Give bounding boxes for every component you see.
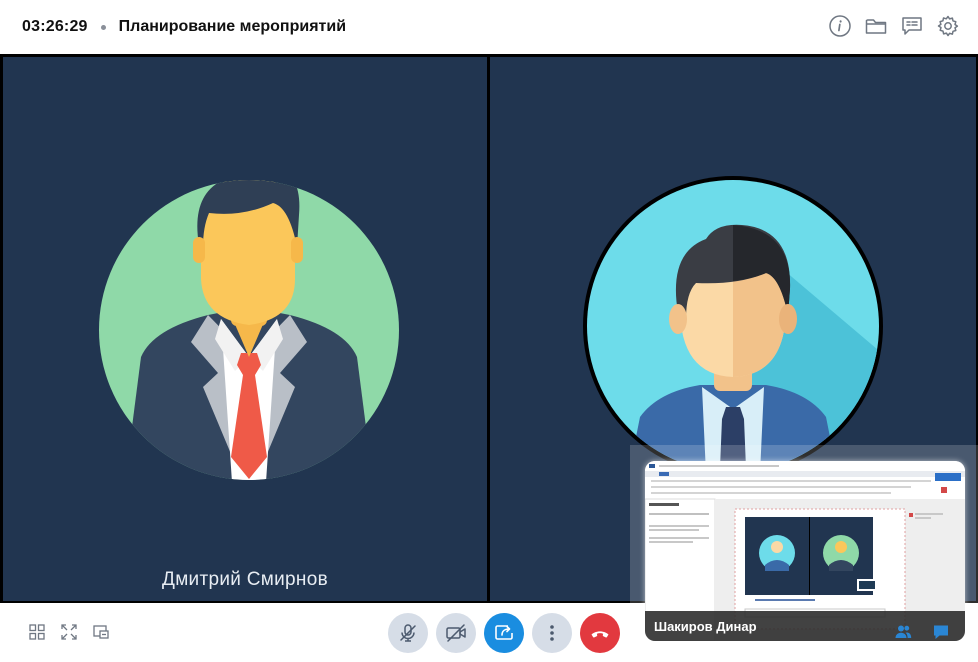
header-actions [828,14,960,38]
side-panel-controls [894,623,950,641]
avatar [99,180,399,480]
meeting-title: Планирование мероприятий [118,18,347,35]
info-icon[interactable] [828,14,852,38]
header: 03:26:29 Планирование мероприятий [0,0,978,54]
camera-off-icon [446,624,466,642]
separator-dot [100,24,106,30]
folder-icon[interactable] [864,14,888,38]
camera-toggle-button[interactable] [436,613,476,653]
video-stage: Дмитрий Смирнов Шакиров Динар [0,54,978,656]
bottom-toolbar [0,603,978,662]
chat-icon[interactable] [932,623,950,641]
mute-microphone-button[interactable] [388,613,428,653]
picture-in-picture-icon[interactable] [92,623,110,641]
participant-name: Дмитрий Смирнов [162,569,328,590]
share-screen-button[interactable] [484,613,524,653]
participants-icon[interactable] [894,623,912,641]
participant-tile-1[interactable]: Дмитрий Смирнов [3,57,487,601]
mute-microphone-icon [400,624,416,642]
more-options-button[interactable] [532,613,572,653]
fullscreen-icon[interactable] [60,623,78,641]
grid-layout-icon[interactable] [28,623,46,641]
gear-icon[interactable] [936,14,960,38]
call-timer: 03:26:29 [22,18,88,35]
chat-list-icon[interactable] [900,14,924,38]
layout-controls [28,623,110,641]
call-controls [388,613,620,653]
end-call-icon [591,631,609,638]
end-call-button[interactable] [580,613,620,653]
share-screen-icon [495,625,513,640]
more-icon [550,625,554,641]
